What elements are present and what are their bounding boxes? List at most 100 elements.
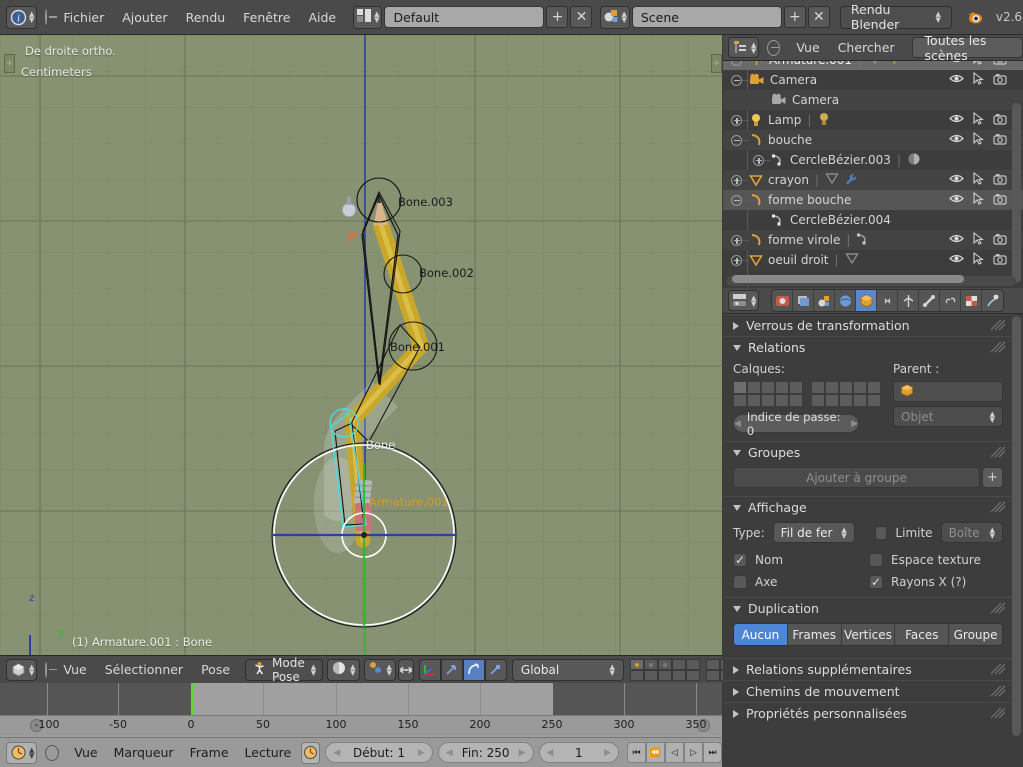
render-restrict-icon[interactable] xyxy=(993,73,1007,88)
mesh-data-icon[interactable] xyxy=(844,252,859,268)
viewport-menu-selectionner[interactable]: Sélectionner xyxy=(96,660,192,679)
object-layer-cell[interactable] xyxy=(867,394,881,407)
transform-orientation-dropdown[interactable]: Global ▲ ▼ xyxy=(511,658,624,681)
chevron-right-icon[interactable]: ▶ xyxy=(519,748,526,758)
scene-name-field[interactable]: Scene xyxy=(631,6,782,28)
tab-render[interactable] xyxy=(772,290,794,311)
parent-type-dropdown[interactable]: Objet ▲ ▼ xyxy=(893,406,1003,427)
editor-type-selector-outliner[interactable]: ▲ ▼ xyxy=(728,37,760,58)
cursor-arrow-icon[interactable] xyxy=(973,131,985,148)
outliner-menu-vue[interactable]: Vue xyxy=(787,38,828,57)
object-layer-cell[interactable] xyxy=(839,381,853,394)
cursor-arrow-icon[interactable] xyxy=(973,231,985,248)
outliner-row-expander[interactable] xyxy=(731,254,742,266)
object-layer-cell[interactable] xyxy=(775,381,789,394)
cursor-arrow-icon[interactable] xyxy=(973,251,985,268)
render-restrict-icon[interactable] xyxy=(993,233,1007,248)
outliner-row[interactable]: Camera xyxy=(723,70,1023,90)
tab-bone-constraints[interactable] xyxy=(940,290,962,311)
layer-cell[interactable] xyxy=(671,669,686,681)
outliner-editor[interactable]: ▲▼ Vue Chercher Toutes les scènes Armatu… xyxy=(723,33,1023,288)
cursor-arrow-icon[interactable] xyxy=(973,191,985,208)
collapse-menus-button[interactable] xyxy=(45,9,58,25)
render-restrict-icon[interactable] xyxy=(993,173,1007,188)
delete-screen-layout-button[interactable]: ✕ xyxy=(570,6,593,28)
duplication-option-aucun[interactable]: Aucun xyxy=(734,624,788,645)
outliner-row[interactable]: crayon | xyxy=(723,170,1023,190)
cursor-arrow-icon[interactable] xyxy=(973,61,984,68)
chevron-left-icon[interactable]: ◀ xyxy=(547,748,554,758)
object-layers-widget[interactable] xyxy=(733,381,883,407)
previous-keyframe-button[interactable]: ⏪ xyxy=(646,742,665,763)
outliner-row[interactable]: Lamp | xyxy=(723,110,1023,130)
timeline-menu-vue[interactable]: Vue xyxy=(66,743,105,762)
show-axis-checkbox[interactable] xyxy=(733,575,747,589)
chevron-right-icon[interactable]: ▶ xyxy=(418,748,425,758)
object-layer-cell[interactable] xyxy=(747,381,761,394)
object-layer-cell[interactable] xyxy=(733,381,747,394)
eye-icon[interactable] xyxy=(949,133,964,147)
3d-viewport[interactable]: + + De droite ortho. Centimeters Bone.00… xyxy=(0,35,722,655)
render-restrict-icon[interactable] xyxy=(993,193,1007,208)
object-layer-cell[interactable] xyxy=(853,381,867,394)
play-reverse-button[interactable]: ◁ xyxy=(665,742,684,763)
editor-type-selector-info[interactable]: i ▲ ▼ xyxy=(6,5,38,29)
pass-index-field[interactable]: ◀ Indice de passe: 0 ▶ xyxy=(733,410,859,438)
layer-cell[interactable] xyxy=(643,658,658,670)
scale-manipulator-button[interactable] xyxy=(484,658,507,681)
panel-display[interactable]: Affichage xyxy=(723,496,1013,518)
eye-icon[interactable] xyxy=(949,61,964,67)
render-engine-dropdown[interactable]: Rendu Blender ▲ ▼ xyxy=(839,2,952,32)
duplication-mode-segmented-control[interactable]: Aucun Frames Vertices Faces Groupe xyxy=(733,623,1003,646)
viewport-menu-vue[interactable]: Vue xyxy=(54,660,95,679)
outliner-row[interactable]: forme virole | xyxy=(723,230,1023,250)
mesh-data-icon[interactable] xyxy=(868,61,882,68)
eye-icon[interactable] xyxy=(949,193,964,207)
outliner-row[interactable]: oeuil droit | xyxy=(723,250,1023,270)
outliner-row[interactable]: CercleBézier.003 | xyxy=(723,150,1023,170)
add-group-plus-button[interactable]: + xyxy=(982,467,1003,488)
menu-ajouter[interactable]: Ajouter xyxy=(113,8,176,27)
chevron-left-icon[interactable]: ◀ xyxy=(333,748,340,758)
object-layer-cell[interactable] xyxy=(761,394,775,407)
eye-icon[interactable] xyxy=(949,113,964,127)
object-layer-cell[interactable] xyxy=(825,381,839,394)
outliner-row-expander[interactable] xyxy=(731,74,742,86)
layer-cell[interactable] xyxy=(643,669,658,681)
render-restrict-icon[interactable] xyxy=(993,253,1007,268)
outliner-row[interactable]: Camera xyxy=(723,90,1023,110)
layer-cell[interactable] xyxy=(657,669,672,681)
tab-particles[interactable] xyxy=(982,290,1003,311)
menu-rendu[interactable]: Rendu xyxy=(177,8,235,27)
tab-bone[interactable] xyxy=(919,290,941,311)
start-frame-field[interactable]: ◀ Début: 1 ▶ xyxy=(325,742,433,763)
properties-editor[interactable]: ▲ ▼ Verrous de transformation Relations … xyxy=(723,288,1023,767)
object-layer-cell[interactable] xyxy=(733,394,747,407)
rotate-manipulator-button[interactable] xyxy=(462,658,485,681)
add-scene-button[interactable]: + xyxy=(783,6,806,28)
properties-region-expand-button[interactable]: + xyxy=(711,54,722,73)
layer-cell[interactable] xyxy=(685,658,700,670)
object-layer-cell[interactable] xyxy=(747,394,761,407)
eye-icon[interactable] xyxy=(949,173,964,187)
texture-space-checkbox[interactable] xyxy=(869,553,883,567)
outliner-row-expander[interactable] xyxy=(753,154,764,166)
outliner-row[interactable]: Armature.001| xyxy=(723,61,1023,70)
panel-custom-properties[interactable]: Propriétés personnalisées xyxy=(723,702,1013,724)
properties-panel-list[interactable]: Verrous de transformation Relations Calq… xyxy=(723,314,1013,767)
editor-type-selector-properties[interactable]: ▲ ▼ xyxy=(728,290,760,311)
eye-icon[interactable] xyxy=(949,253,964,267)
chevron-left-icon[interactable]: ◀ xyxy=(734,419,741,429)
auto-keyframe-toggle[interactable] xyxy=(301,741,321,764)
display-type-dropdown[interactable]: Fil de fer ▲ ▼ xyxy=(772,522,855,543)
delete-scene-button[interactable]: ✕ xyxy=(807,6,830,28)
outliner-row-expander[interactable] xyxy=(731,194,742,206)
timeline-menu-marqueur[interactable]: Marqueur xyxy=(106,743,182,762)
panel-extra-relations[interactable]: Relations supplémentaires xyxy=(723,658,1013,680)
collapse-timeline-menus-button[interactable] xyxy=(45,744,60,761)
material-icon[interactable] xyxy=(907,152,921,169)
cursor-arrow-icon[interactable] xyxy=(973,71,985,88)
menu-fenetre[interactable]: Fenêtre xyxy=(234,8,299,27)
current-frame-field[interactable]: ◀ 1 ▶ xyxy=(538,742,619,763)
outliner-row[interactable]: forme bouche xyxy=(723,190,1023,210)
